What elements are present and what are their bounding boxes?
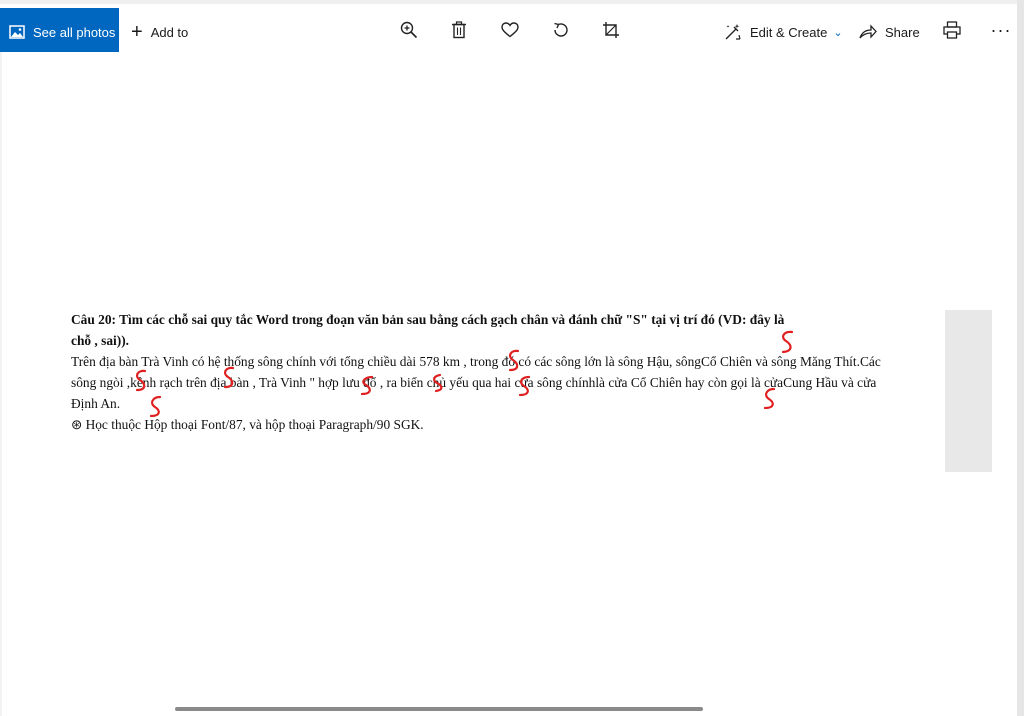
horizontal-scrollbar[interactable] (175, 707, 703, 711)
share-icon (859, 24, 877, 39)
document-text: Câu 20: Tìm các chỗ sai quy tắc Word tro… (71, 309, 897, 435)
edit-create-button[interactable]: Edit & Create ⌄ (724, 8, 843, 56)
add-to-label: Add to (150, 24, 189, 40)
question-line-1: Câu 20: Tìm các chỗ sai quy tắc Word tro… (71, 312, 785, 327)
zoom-in-icon (400, 21, 418, 39)
favorite-button[interactable] (498, 18, 522, 42)
viewer-left-edge (0, 52, 2, 716)
photos-icon (9, 25, 25, 39)
plus-icon: + (131, 21, 143, 43)
crop-button[interactable] (599, 18, 623, 42)
rotate-icon (554, 22, 568, 37)
share-label: Share (885, 24, 920, 40)
zoom-in-button[interactable] (397, 18, 421, 42)
chevron-down-icon: ⌄ (833, 26, 843, 39)
trash-icon (452, 21, 466, 39)
see-all-photos-button[interactable]: See all photos (0, 8, 119, 56)
question-line-2: chỗ , sai)). (71, 333, 130, 348)
print-button[interactable] (940, 18, 964, 42)
more-icon: ··· (990, 19, 1012, 40)
document-note: ⊛ Học thuộc Hộp thoại Font/87, và hộp th… (71, 417, 424, 432)
crop-icon (603, 22, 619, 38)
print-icon (943, 21, 961, 39)
rotate-button[interactable] (549, 18, 573, 42)
side-panel-placeholder (945, 310, 992, 472)
heart-icon (501, 22, 519, 38)
window-right-edge (1017, 0, 1024, 716)
more-options-button[interactable]: ··· (990, 18, 1012, 42)
share-button[interactable]: Share (859, 8, 920, 56)
edit-create-icon (725, 24, 741, 40)
document-paragraph: Trên địa bàn Trà Vinh có hệ thống sông c… (71, 354, 881, 411)
see-all-photos-label: See all photos (33, 24, 116, 40)
add-to-button[interactable]: + Add to (131, 8, 188, 56)
toolbar: See all photos + Add to Edit & Create ⌄ … (0, 0, 1024, 56)
edit-create-label: Edit & Create (750, 24, 828, 40)
delete-button[interactable] (447, 18, 471, 42)
